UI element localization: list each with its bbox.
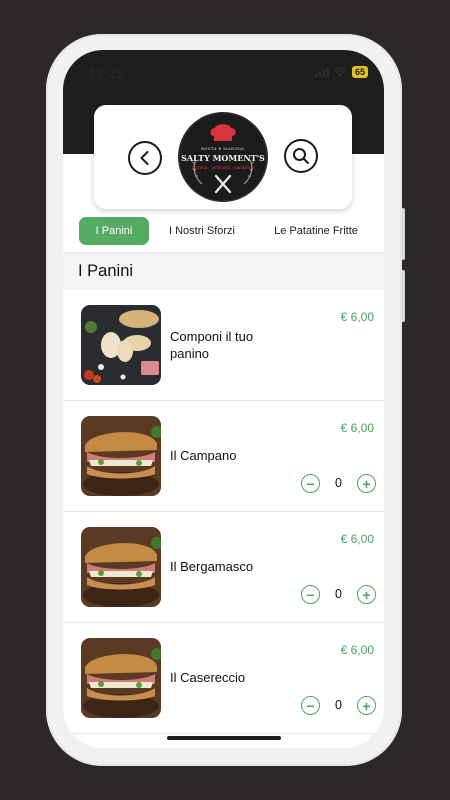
logo-subtitle: pizzeria · girarrosto · paninificio [191, 165, 255, 170]
product-name: Il Casereccio [170, 670, 246, 685]
restaurant-logo: ROSTA E MANGIA! SALTY MOMENT'S pizzeria … [178, 112, 268, 202]
section-title: I Panini [78, 262, 134, 280]
product-image [81, 638, 161, 718]
signal-icon [314, 67, 329, 77]
product-price: € 6,00 [340, 643, 374, 657]
increment-button[interactable]: + [357, 474, 376, 493]
battery-indicator: 65 [351, 66, 368, 78]
product-name: Il Campano [170, 448, 237, 463]
product-item[interactable]: Componi il tuo panino € 6,00 [63, 290, 384, 401]
search-button[interactable] [284, 139, 318, 173]
product-image [81, 527, 161, 607]
chevron-left-icon [140, 151, 149, 165]
increment-button[interactable]: + [357, 696, 376, 715]
product-price: € 6,00 [340, 421, 374, 435]
product-name: Il Bergamasco [170, 559, 254, 574]
header-card: ROSTA E MANGIA! SALTY MOMENT'S pizzeria … [94, 105, 352, 209]
tab-i-panini[interactable]: I Panini [79, 217, 149, 245]
tab-le-patatine-fritte[interactable]: Le Patatine Fritte [261, 217, 371, 245]
product-image [81, 305, 161, 385]
product-price: € 6,00 [340, 532, 374, 546]
quantity-stepper: − 0 + [301, 696, 376, 716]
status-icons: 65 [314, 66, 368, 78]
product-image [81, 416, 161, 496]
section-header: I Panini [63, 252, 384, 291]
logo-name: SALTY MOMENT'S [181, 153, 265, 163]
product-item[interactable]: Il Bergamasco € 6,00 − 0 + [63, 512, 384, 623]
quantity-stepper: − 0 + [301, 585, 376, 605]
back-button[interactable] [128, 141, 162, 175]
product-price: € 6,00 [340, 310, 374, 324]
status-time: 12:29 [89, 66, 124, 81]
logo-tagline: ROSTA E MANGIA! [200, 146, 246, 151]
search-icon [293, 148, 309, 164]
quantity-stepper: − 0 + [301, 474, 376, 494]
wifi-icon [334, 67, 347, 77]
app-screen: 12:29 65 ROSTA E MANGIA! SALTY MOMENT'S … [63, 50, 384, 748]
product-name: Componi il tuo panino [170, 329, 254, 361]
category-tabs: I Panini I Nostri Sforzi Le Patatine Fri… [63, 217, 384, 245]
tab-i-nostri-sforzi[interactable]: I Nostri Sforzi [157, 217, 247, 245]
product-item[interactable]: Il Casereccio € 6,00 − 0 + [63, 623, 384, 734]
product-item[interactable]: Il Campano € 6,00 − 0 + [63, 401, 384, 512]
home-indicator[interactable] [167, 736, 281, 740]
increment-button[interactable]: + [357, 585, 376, 604]
